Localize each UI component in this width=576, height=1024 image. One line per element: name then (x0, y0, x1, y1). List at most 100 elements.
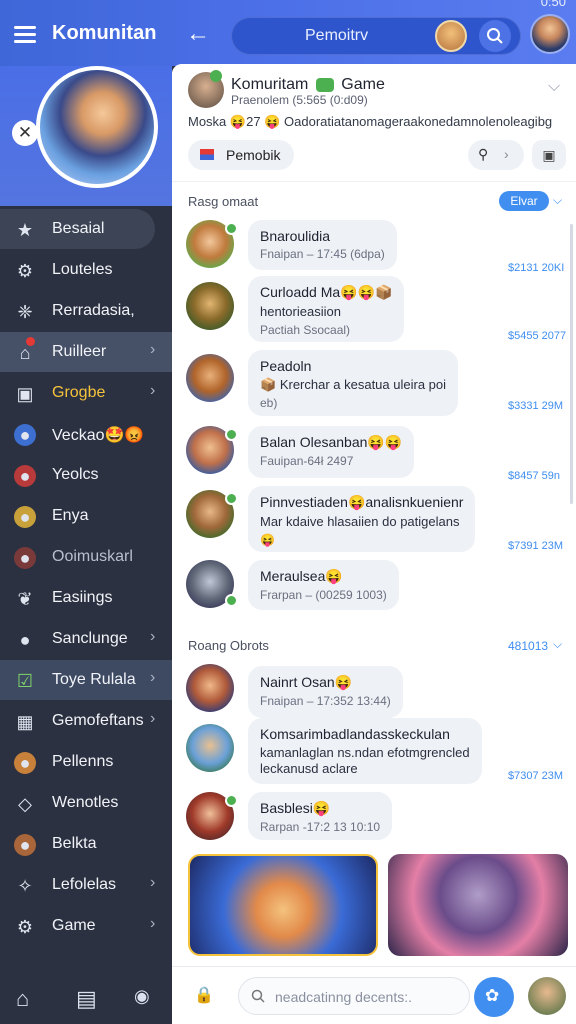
gallery-icon[interactable]: ▤ (76, 986, 97, 1012)
message-text: hentorieasiion (260, 304, 341, 319)
sidebar-item-enya[interactable]: ● Enya (0, 496, 172, 536)
sidebar-item-ooimuskarl[interactable]: ● Ooimuskarl (0, 537, 172, 577)
avatar[interactable] (186, 354, 234, 402)
chevron-right-icon: › (150, 874, 156, 891)
sidebar-item-yeolcs[interactable]: ● Yeolcs (0, 455, 172, 495)
star-icon: ★ (16, 220, 34, 240)
chevron-right-icon: › (150, 669, 156, 686)
game-thumbnail[interactable] (388, 854, 568, 956)
grid-icon: ▦ (16, 712, 34, 732)
sidebar-item-easiings[interactable]: ❦ Easiings (0, 578, 172, 618)
user-avatar[interactable] (528, 977, 566, 1015)
flag-icon (200, 149, 214, 160)
sidebar-item-label: Grogbe (52, 384, 106, 401)
back-arrow-icon[interactable]: ← (186, 20, 210, 48)
message-name: Pinnvestiaden😝analisnkuenienr (260, 494, 464, 510)
desc-rest: Oadoratiatanomageraakonedamnolenoleagibg (284, 114, 553, 129)
scrollbar[interactable] (570, 224, 573, 504)
close-icon[interactable]: ✕ (12, 120, 38, 146)
home-icon[interactable]: ⌂ (16, 986, 29, 1012)
avatar[interactable] (186, 664, 234, 712)
sidebar-menu: ★ Besaial ⚙ Louteles ❈ Rerradasia, ⌂ Rui… (0, 209, 172, 947)
title-game: Game (341, 76, 385, 93)
profile-avatar[interactable] (36, 66, 158, 188)
app-title: Komunitan (52, 22, 157, 44)
sidebar-item-belkta[interactable]: ● Belkta (0, 824, 172, 864)
message-meta: Fnaipan – 17:352 13:44) (260, 694, 391, 708)
sidebar-item-label: Belkta (52, 835, 97, 852)
user-avatar[interactable] (530, 14, 570, 54)
message-amount: $2131 20KI (508, 262, 565, 274)
region-chip-label: Pemobik (226, 147, 281, 163)
verified-icon (315, 77, 334, 92)
status-time: 0:50 (540, 0, 566, 9)
message-name: Curloadd Ma😝😝📦 (260, 284, 393, 300)
search-tool[interactable]: ⚲ › (468, 140, 524, 170)
community-description: Moska 😝27 😝 Oadoratiatanomageraakonedamn… (188, 114, 568, 130)
search-button[interactable] (479, 20, 511, 52)
message-bubble: Basblesi😝 Rarpan -17:2 13 10:10 (248, 792, 393, 840)
community-pill[interactable]: Pemoitrv (231, 17, 521, 55)
menu-icon[interactable] (14, 26, 36, 43)
region-chip[interactable]: Pemobik (188, 140, 294, 170)
avatar[interactable] (186, 724, 234, 772)
message-name: Bnaroulidia (260, 228, 331, 244)
message-meta: Fnaipan – 17:45 (6dpa) (260, 247, 385, 261)
check-board-icon: ☑ (16, 671, 34, 691)
message-bubble: Curloadd Ma😝😝📦 hentorieasiion Pactiah Ss… (248, 276, 405, 342)
sidebar-item-label: Wenotles (52, 794, 119, 811)
message-name: Peadoln (260, 358, 312, 374)
sidebar-item-label: Yeolcs (52, 466, 99, 483)
pill-label: Pemoitrv (305, 27, 369, 44)
ball-icon: ● (14, 834, 36, 856)
message-name: Balan Olesanban😝😝 (260, 434, 403, 450)
message-meta: Fauipan-64ł 2497 (260, 454, 354, 468)
sidebar-item-grogbe[interactable]: ▣ Grogbe › (0, 373, 172, 413)
message-amount: $5455 2077 (508, 330, 567, 342)
message-input[interactable]: neadcatinng decents:. (238, 977, 470, 1015)
send-button[interactable]: ✿ (474, 977, 514, 1017)
sidebar-item-lefolelas[interactable]: ✧ Lefolelas › (0, 865, 172, 905)
avatar[interactable] (186, 282, 234, 330)
message-text-line: Krerchar a kesatua uleira poi (279, 377, 447, 392)
message-name: Basblesi😝 (260, 800, 331, 816)
sidebar-item-besaial[interactable]: ★ Besaial (0, 209, 155, 249)
message-bubble: Bnaroulidia Fnaipan – 17:45 (6dpa) (248, 220, 397, 270)
sidebar-item-label: Game (52, 917, 96, 934)
calendar-icon[interactable]: ▣ (532, 140, 566, 170)
message-bubble: Balan Olesanban😝😝 Fauipan-64ł 2497 (248, 426, 415, 478)
gear-icon: ⚙ (16, 261, 34, 281)
sidebar-item-veckao[interactable]: ● Veckao🤩😡 (0, 414, 172, 454)
message-meta: Rarpan -17:2 13 10:10 (260, 820, 381, 834)
sidebar-item-pellenns[interactable]: ● Pellenns (0, 742, 172, 782)
sidebar-item-label: Louteles (52, 261, 113, 278)
eye-icon[interactable]: ◉ (134, 986, 150, 1007)
chevron-down-icon[interactable]: ⌵ (553, 637, 562, 652)
sidebar-item-label: Ooimuskarl (52, 548, 133, 565)
sidebar-item-label: Veckao🤩😡 (52, 427, 145, 444)
section-count: 481013 (508, 639, 549, 653)
chevron-down-icon[interactable]: ⌵ (553, 193, 562, 208)
avatar-icon: ● (14, 506, 36, 528)
sidebar-item-rerradasia[interactable]: ❈ Rerradasia, (0, 291, 172, 331)
message-name: Meraulsea😝 (260, 568, 343, 584)
online-badge (225, 594, 238, 607)
elvar-button[interactable]: Elvar (499, 191, 549, 211)
sidebar-item-game[interactable]: ⚙ Game › (0, 906, 172, 946)
sidebar-item-sanclunge[interactable]: ● Sanclunge › (0, 619, 172, 659)
message-input-bar: 🔒 neadcatinng decents:. ✿ (172, 966, 576, 1024)
sidebar-item-toye-rulala[interactable]: ☑ Toye Rulala › (0, 660, 172, 700)
chevron-right-icon: › (150, 710, 156, 727)
game-thumbnail[interactable] (188, 854, 378, 956)
sidebar-item-ruilleer[interactable]: ⌂ Ruilleer › (0, 332, 172, 372)
message-amount: $8457 59n (508, 470, 560, 482)
message-amount: $3331 29M (508, 400, 564, 412)
lock-icon[interactable]: 🔒 (194, 985, 214, 1005)
chevron-down-icon[interactable]: ⌵ (548, 78, 560, 96)
sidebar-item-wenotles[interactable]: ◇ Wenotles (0, 783, 172, 823)
sidebar-item-label: Easiings (52, 589, 113, 606)
sidebar-item-louteles[interactable]: ⚙ Louteles (0, 250, 172, 290)
pill-avatar[interactable] (435, 20, 467, 52)
sidebar-item-label: Pellenns (52, 753, 114, 770)
sidebar-item-gemofeftans[interactable]: ▦ Gemofeftans › (0, 701, 172, 741)
